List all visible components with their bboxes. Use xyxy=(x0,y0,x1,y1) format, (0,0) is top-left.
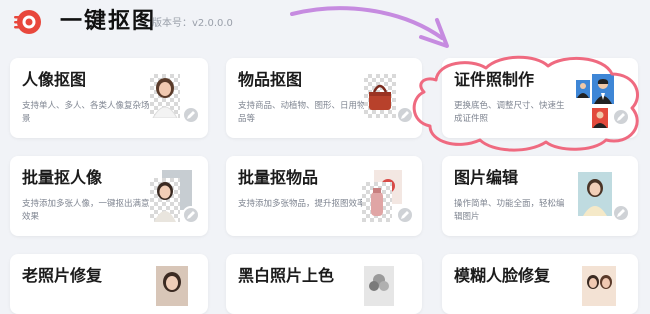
object-batch-thumbnail xyxy=(362,182,392,222)
card-photo-edit[interactable]: 图片编辑 操作简单、功能全面，轻松编辑图片 xyxy=(442,156,638,236)
edit-badge-icon xyxy=(612,204,630,222)
card-title: 人像抠图 xyxy=(22,70,87,89)
card-description: 支持添加多张人像，一键抠出满意效果 xyxy=(22,199,150,222)
purple-arrow-icon xyxy=(290,6,449,48)
card-id-photo[interactable]: 证件照制作 更换底色、调整尺寸、快速生成证件照 xyxy=(442,58,638,138)
card-title: 证件照制作 xyxy=(454,70,535,89)
blurry-face-thumbnail xyxy=(582,266,616,306)
card-title: 物品抠图 xyxy=(238,70,303,89)
card-description: 更换底色、调整尺寸、快速生成证件照 xyxy=(454,101,565,124)
id-photo-red-thumbnail xyxy=(592,108,608,128)
card-batch-object[interactable]: 批量抠物品 支持添加多张物品，提升抠图效率 xyxy=(226,156,422,236)
card-title: 黑白照片上色 xyxy=(238,266,335,285)
edit-badge-icon xyxy=(182,106,200,124)
card-object-cutout[interactable]: 物品抠图 支持商品、动植物、图形、日用物品等 xyxy=(226,58,422,138)
version-label: 版本号：v2.0.0.0 xyxy=(152,18,233,29)
card-title: 老照片修复 xyxy=(22,266,103,285)
bw-colorize-thumbnail xyxy=(364,266,394,306)
card-description: 支持单人、多人、各类人像复杂场景 xyxy=(22,101,150,124)
edit-badge-icon xyxy=(396,106,414,124)
card-description: 操作简单、功能全面，轻松编辑图片 xyxy=(454,199,565,222)
edit-badge-icon xyxy=(612,108,630,126)
card-title: 图片编辑 xyxy=(454,168,519,187)
photo-edit-thumbnail xyxy=(578,172,612,216)
card-portrait-cutout[interactable]: 人像抠图 支持单人、多人、各类人像复杂场景 xyxy=(10,58,208,138)
app-title: 一键抠图 xyxy=(60,9,157,34)
card-description: 支持添加多张物品，提升抠图效率 xyxy=(238,199,366,209)
old-photo-thumbnail xyxy=(156,266,188,306)
id-photo-thumbnail xyxy=(576,80,590,98)
card-title: 批量抠人像 xyxy=(22,168,103,187)
card-title: 批量抠物品 xyxy=(238,168,319,187)
red-handbag-thumbnail xyxy=(364,74,396,118)
card-title: 模糊人脸修复 xyxy=(454,266,551,285)
id-photo-main-thumbnail xyxy=(592,74,614,104)
app-logo-icon xyxy=(14,10,41,34)
card-bw-colorize[interactable]: 黑白照片上色 xyxy=(226,254,422,314)
card-old-photo-restore[interactable]: 老照片修复 xyxy=(10,254,208,314)
card-description: 支持商品、动植物、图形、日用物品等 xyxy=(238,101,366,124)
card-blurry-face-restore[interactable]: 模糊人脸修复 xyxy=(442,254,638,314)
edit-badge-icon xyxy=(396,206,414,224)
portrait-batch-thumbnail xyxy=(150,178,180,222)
edit-badge-icon xyxy=(182,206,200,224)
card-batch-portrait[interactable]: 批量抠人像 支持添加多张人像，一键抠出满意效果 xyxy=(10,156,208,236)
portrait-cutout-thumbnail xyxy=(150,74,180,119)
